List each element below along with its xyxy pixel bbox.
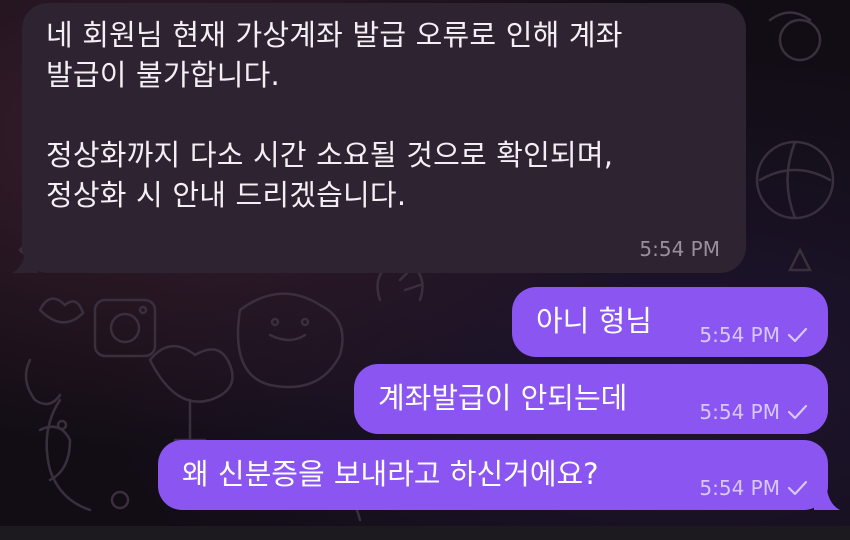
bubble-tail (12, 247, 38, 273)
message-line: 정상화 시 안내 드리겠습니다. (46, 178, 407, 212)
message-timestamp: 5:54 PM (699, 323, 780, 347)
message-meta: 5:54 PM (699, 323, 808, 347)
incoming-message-text: 네 회원님 현재 가상계좌 발급 오류로 인해 계좌 발급이 불가합니다. 정상… (46, 15, 716, 215)
incoming-message-bubble[interactable]: 네 회원님 현재 가상계좌 발급 오류로 인해 계좌 발급이 불가합니다. 정상… (12, 3, 746, 273)
outgoing-message-text: 아니 형님 (536, 304, 652, 338)
outgoing-message-bubble[interactable]: 아니 형님 5:54 PM (512, 287, 828, 357)
outgoing-message-bubble[interactable]: 계좌발급이 안되는데 5:54 PM (354, 364, 828, 434)
bubble-tail (814, 484, 840, 510)
message-meta: 5:54 PM (699, 476, 808, 500)
message-timestamp: 5:54 PM (699, 476, 780, 500)
outgoing-message-bubble[interactable]: 왜 신분증을 보내라고 하신거에요? 5:54 PM (158, 440, 840, 510)
bottom-bar (0, 526, 850, 540)
message-timestamp: 5:54 PM (699, 400, 780, 424)
message-line: 네 회원님 현재 가상계좌 발급 오류로 인해 계좌 (46, 18, 623, 52)
read-check-icon (787, 327, 808, 343)
read-check-icon (787, 404, 808, 420)
read-check-icon (787, 480, 808, 496)
message-timestamp: 5:54 PM (639, 237, 720, 261)
outgoing-message-text: 계좌발급이 안되는데 (378, 381, 628, 415)
outgoing-message-text: 왜 신분증을 보내라고 하신거에요? (182, 457, 599, 491)
message-line: 발급이 불가합니다. (46, 58, 280, 92)
message-meta: 5:54 PM (699, 400, 808, 424)
message-line: 정상화까지 다소 시간 소요될 것으로 확인되며, (46, 138, 614, 172)
